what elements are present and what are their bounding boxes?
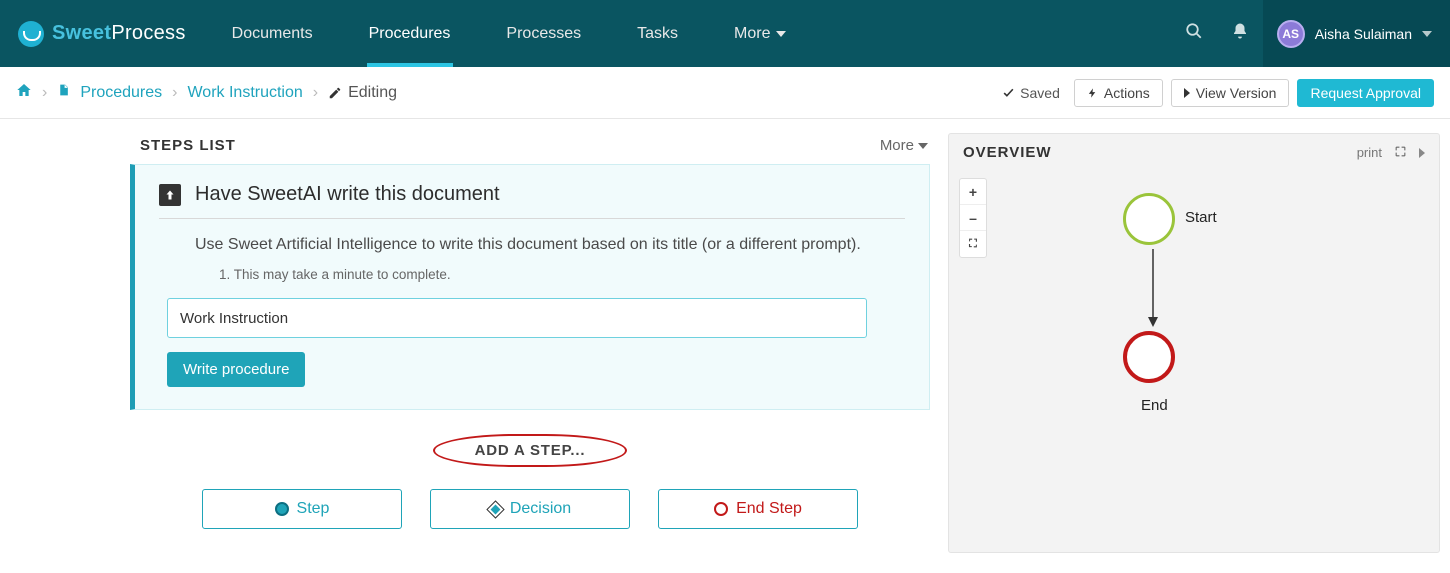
user-name: Aisha Sulaiman: [1315, 26, 1412, 42]
overview-panel: OVERVIEW print + – ⛶ Start End: [948, 133, 1440, 553]
breadcrumb: › Procedures › Work Instruction › Editin…: [16, 82, 397, 103]
chevron-down-icon: [1422, 31, 1432, 37]
home-icon[interactable]: [16, 82, 32, 103]
file-icon: [57, 82, 70, 103]
steps-title: STEPS LIST: [140, 137, 236, 154]
nav-documents[interactable]: Documents: [204, 0, 341, 67]
chevron-down-icon: [776, 31, 786, 37]
crumb-sep: ›: [172, 84, 177, 102]
nav-items: Documents Procedures Processes Tasks Mor…: [204, 0, 815, 67]
subbar-actions: Saved Actions View Version Request Appro…: [1002, 79, 1434, 107]
circle-filled-icon: [275, 502, 289, 516]
nav-more-label: More: [734, 25, 770, 43]
add-step-button[interactable]: Step: [202, 489, 402, 529]
play-icon: [1184, 88, 1190, 98]
sweetai-desc: Use Sweet Artificial Intelligence to wri…: [195, 233, 905, 257]
add-end-step-button[interactable]: End Step: [658, 489, 858, 529]
bell-icon[interactable]: [1217, 22, 1263, 45]
add-decision-button[interactable]: Decision: [430, 489, 630, 529]
sweetai-card: Have SweetAI write this document Use Swe…: [130, 164, 930, 410]
expand-icon[interactable]: [1394, 145, 1407, 161]
steps-header: STEPS LIST More: [130, 133, 930, 164]
add-step-highlight: ADD A STEP...: [433, 434, 628, 467]
request-approval-button[interactable]: Request Approval: [1297, 79, 1434, 107]
saved-indicator: Saved: [1002, 85, 1060, 101]
overview-print[interactable]: print: [1357, 145, 1382, 160]
crumb-editing: Editing: [328, 84, 397, 102]
add-step-label: ADD A STEP...: [475, 442, 586, 459]
flow-start-label: Start: [1185, 209, 1217, 226]
main: STEPS LIST More Have SweetAI write this …: [0, 119, 1450, 573]
nav-procedures[interactable]: Procedures: [341, 0, 479, 67]
nav-right: AS Aisha Sulaiman: [1171, 0, 1450, 67]
sub-bar: › Procedures › Work Instruction › Editin…: [0, 67, 1450, 119]
nav-more[interactable]: More: [706, 0, 814, 67]
flow-arrow: [1147, 249, 1159, 329]
overview-title: OVERVIEW: [963, 144, 1052, 161]
upload-icon: [159, 184, 181, 206]
bolt-icon: [1087, 86, 1098, 100]
sweetai-title: Have SweetAI write this document: [195, 183, 500, 206]
crumb-sep: ›: [313, 84, 318, 102]
overview-header: OVERVIEW print: [963, 144, 1425, 161]
nav-tasks[interactable]: Tasks: [609, 0, 706, 67]
flow-end-node[interactable]: [1123, 331, 1175, 383]
check-icon: [1002, 86, 1015, 99]
crumb-procedures[interactable]: Procedures: [80, 84, 162, 102]
flow-start-node[interactable]: [1123, 193, 1175, 245]
circle-outline-icon: [714, 502, 728, 516]
add-step-section: ADD A STEP... Step Decision End Step: [130, 434, 930, 529]
brand-icon: [18, 21, 44, 47]
steps-more[interactable]: More: [880, 137, 928, 154]
view-version-button[interactable]: View Version: [1171, 79, 1290, 107]
flow-canvas[interactable]: Start End: [963, 171, 1425, 491]
nav-processes[interactable]: Processes: [478, 0, 609, 67]
search-icon[interactable]: [1171, 22, 1217, 45]
crumb-doc[interactable]: Work Instruction: [187, 84, 302, 102]
actions-button[interactable]: Actions: [1074, 79, 1163, 107]
diamond-icon: [486, 500, 504, 518]
pencil-icon: [328, 86, 342, 100]
avatar: AS: [1277, 20, 1305, 48]
top-nav: SweetProcess Documents Procedures Proces…: [0, 0, 1450, 67]
write-procedure-button[interactable]: Write procedure: [167, 352, 305, 387]
brand-logo[interactable]: SweetProcess: [0, 0, 204, 67]
steps-column: STEPS LIST More Have SweetAI write this …: [130, 133, 930, 553]
crumb-sep: ›: [42, 84, 47, 102]
flow-end-label: End: [1141, 397, 1168, 414]
sweetai-note: 1. This may take a minute to complete.: [219, 267, 905, 282]
sweetai-prompt-input[interactable]: [167, 298, 867, 338]
user-menu[interactable]: AS Aisha Sulaiman: [1263, 0, 1450, 67]
chevron-right-icon[interactable]: [1419, 148, 1425, 158]
brand-text: SweetProcess: [52, 22, 186, 45]
chevron-down-icon: [918, 143, 928, 149]
